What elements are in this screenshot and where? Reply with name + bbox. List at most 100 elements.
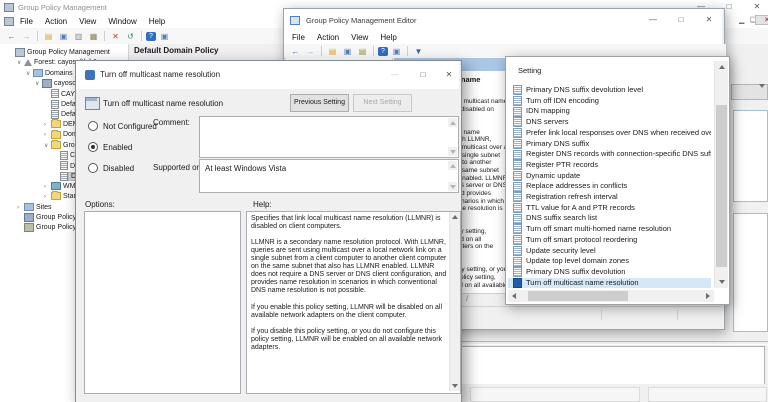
- console-tree-icon[interactable]: ▣: [57, 31, 70, 42]
- up-folder-icon[interactable]: ▤: [326, 46, 339, 57]
- radio-disabled[interactable]: Disabled: [88, 163, 134, 173]
- setting-row[interactable]: Update top level domain zones: [508, 256, 711, 267]
- refresh-icon[interactable]: ↺: [124, 31, 137, 42]
- up-folder-icon[interactable]: ▤: [42, 31, 55, 42]
- setting-row[interactable]: IDN mapping: [508, 106, 711, 117]
- scroll-up-arrow[interactable]: [448, 161, 457, 170]
- scroll-left-arrow[interactable]: [508, 290, 520, 302]
- radio-circle-icon[interactable]: [88, 121, 98, 131]
- new-window-icon[interactable]: ▣: [390, 46, 403, 57]
- export-list-icon[interactable]: ▤: [356, 46, 369, 57]
- radio-enabled[interactable]: Enabled: [88, 142, 132, 152]
- setting-row[interactable]: Register DNS records with connection-spe…: [508, 149, 711, 160]
- editor-menu-help[interactable]: Help: [374, 33, 402, 42]
- console-tree-icon[interactable]: ▣: [341, 46, 354, 57]
- paste-icon[interactable]: ▦: [87, 31, 100, 42]
- scroll-down-arrow[interactable]: [448, 147, 457, 156]
- dialog-title-bar[interactable]: Turn off multicast name resolution — □ ✕: [76, 61, 459, 89]
- editor-close-icon[interactable]: ✕: [698, 14, 720, 26]
- expand-chevron-icon[interactable]: ∨: [26, 69, 33, 79]
- editor-title-bar[interactable]: Group Policy Management Editor — □ ✕: [284, 9, 722, 31]
- setting-row[interactable]: Turn off IDN encoding: [508, 96, 711, 107]
- expand-chevron-icon[interactable]: ∨: [35, 79, 42, 89]
- setting-row[interactable]: Turn off smart multi-homed name resoluti…: [508, 224, 711, 235]
- setting-row[interactable]: Prefer link local responses over DNS whe…: [508, 128, 711, 139]
- dialog-maximize-icon[interactable]: □: [412, 69, 434, 81]
- scroll-down-arrow[interactable]: [715, 276, 728, 288]
- expand-chevron-icon[interactable]: ›: [44, 130, 51, 140]
- help-icon[interactable]: ?: [146, 32, 156, 41]
- forward-icon[interactable]: →: [20, 31, 33, 42]
- editor-menu-view[interactable]: View: [345, 33, 374, 42]
- back-icon[interactable]: ←: [289, 46, 302, 57]
- help-box[interactable]: Specifies that link local multicast name…: [246, 211, 461, 394]
- tree-item-sites[interactable]: ›Sites: [17, 203, 54, 213]
- radio-label: Enabled: [103, 143, 132, 152]
- setting-row[interactable]: DNS servers: [508, 117, 711, 128]
- previous-setting-button[interactable]: Previous Setting: [290, 94, 349, 112]
- radio-circle-icon[interactable]: [88, 142, 98, 152]
- hscroll-thumb[interactable]: [528, 291, 628, 301]
- help-vscrollbar[interactable]: [449, 212, 460, 391]
- setting-row[interactable]: Dynamic update: [508, 171, 711, 182]
- setting-row[interactable]: Register PTR records: [508, 160, 711, 171]
- settings-list-panel: Setting Primary DNS suffix devolution le…: [505, 56, 730, 305]
- gpm-menu-file[interactable]: File: [14, 17, 39, 26]
- expand-chevron-icon[interactable]: ›: [17, 203, 24, 213]
- setting-row[interactable]: DNS suffix search list: [508, 213, 711, 224]
- dialog-minimize-icon: —: [384, 69, 406, 81]
- new-window-icon[interactable]: ▣: [158, 31, 171, 42]
- scroll-right-arrow[interactable]: [702, 290, 714, 302]
- scroll-up-arrow[interactable]: [715, 61, 728, 73]
- gpm-close-icon[interactable]: ✕: [746, 1, 768, 13]
- editor-minimize-icon[interactable]: —: [642, 14, 664, 26]
- next-setting-button[interactable]: Next Setting: [353, 94, 412, 112]
- expand-chevron-icon[interactable]: ∨: [44, 141, 51, 151]
- gpm-menu-action[interactable]: Action: [39, 17, 73, 26]
- radio-not-configured[interactable]: Not Configured: [88, 121, 157, 131]
- setting-row-label: Turn off smart multi-homed name resoluti…: [526, 224, 671, 235]
- gpm-menu-help[interactable]: Help: [143, 17, 171, 26]
- delete-icon[interactable]: ✕: [109, 31, 122, 42]
- expand-chevron-icon[interactable]: ›: [44, 192, 51, 202]
- scroll-down-arrow[interactable]: [450, 381, 460, 391]
- setting-row[interactable]: Primary DNS suffix devolution: [508, 267, 711, 278]
- scope-button-left[interactable]: [470, 387, 640, 402]
- links-location-dropdown[interactable]: [731, 84, 768, 100]
- dialog-close-icon[interactable]: ✕: [438, 69, 460, 81]
- setting-row[interactable]: Primary DNS suffix: [508, 139, 711, 150]
- supported-on-box[interactable]: At least Windows Vista: [199, 159, 459, 193]
- setting-row[interactable]: Replace addresses in conflicts: [508, 181, 711, 192]
- expand-chevron-icon[interactable]: ›: [44, 120, 51, 130]
- editor-menu-action[interactable]: Action: [311, 33, 345, 42]
- setting-row[interactable]: Turn off multicast name resolution: [508, 278, 711, 289]
- setting-row[interactable]: Registration refresh interval: [508, 192, 711, 203]
- tree-item-domains[interactable]: ∨Domains: [26, 69, 75, 79]
- gpm-menu-window[interactable]: Window: [102, 17, 142, 26]
- forward-icon[interactable]: →: [304, 46, 317, 57]
- scroll-up-arrow[interactable]: [450, 212, 460, 222]
- mdi-close-icon[interactable]: ✕: [755, 15, 768, 25]
- setting-row[interactable]: Primary DNS suffix devolution level: [508, 85, 711, 96]
- radio-circle-icon[interactable]: [88, 163, 98, 173]
- scroll-down-arrow[interactable]: [448, 182, 457, 191]
- back-icon[interactable]: ←: [5, 31, 18, 42]
- scroll-up-arrow[interactable]: [448, 118, 457, 127]
- expand-chevron-icon[interactable]: ›: [44, 182, 51, 192]
- settings-vscrollbar[interactable]: [714, 61, 728, 288]
- filter-icon[interactable]: ▼: [412, 46, 425, 57]
- vscroll-thumb[interactable]: [716, 105, 727, 267]
- gpm-menu-view[interactable]: View: [73, 17, 102, 26]
- comment-textarea[interactable]: [199, 116, 459, 158]
- editor-maximize-icon[interactable]: □: [670, 14, 692, 26]
- editor-menu-file[interactable]: File: [286, 33, 311, 42]
- setting-row[interactable]: Update security level: [508, 246, 711, 257]
- expand-chevron-icon[interactable]: ∨: [17, 58, 24, 68]
- tree-item-group-policy-management[interactable]: Group Policy Management: [8, 48, 112, 58]
- help-icon[interactable]: ?: [378, 47, 388, 56]
- setting-row[interactable]: Turn off smart protocol reordering: [508, 235, 711, 246]
- settings-hscrollbar[interactable]: [508, 290, 714, 302]
- setting-row[interactable]: TTL value for A and PTR records: [508, 203, 711, 214]
- scope-button-right[interactable]: [648, 387, 767, 402]
- copy-icon[interactable]: ▥: [72, 31, 85, 42]
